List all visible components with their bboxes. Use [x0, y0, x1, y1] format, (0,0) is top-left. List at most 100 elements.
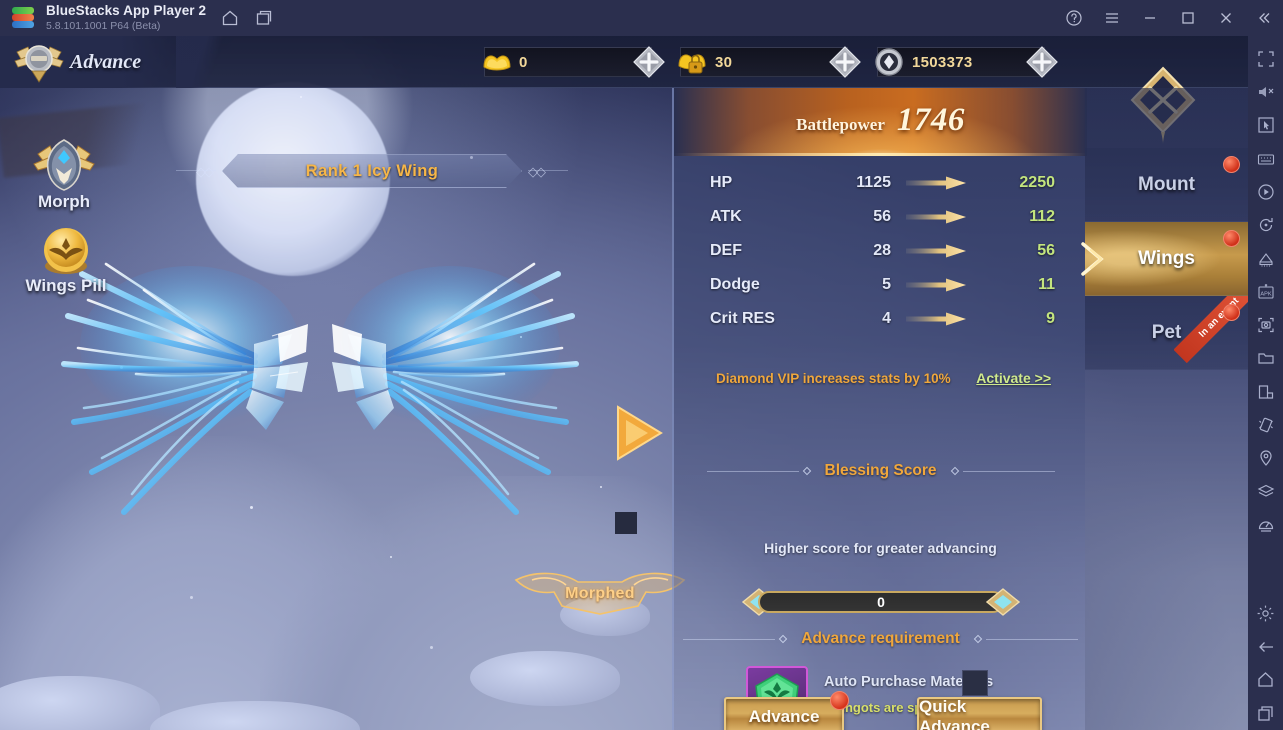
- divider-diamond-right-icon: [950, 466, 959, 476]
- stat-next: 11: [1038, 276, 1055, 293]
- stat-row: DEF 28 56: [674, 234, 1087, 268]
- sidebar-item-pet[interactable]: Pet In an event: [1085, 296, 1248, 370]
- keyboard-icon[interactable]: [1253, 147, 1279, 170]
- stat-current: 56: [873, 208, 891, 225]
- divider-diamond-right-icon: [973, 634, 982, 644]
- stat-current: 4: [882, 310, 891, 327]
- multi-window-icon[interactable]: [1253, 380, 1279, 403]
- mute-icon[interactable]: [1253, 80, 1279, 103]
- rotate-icon[interactable]: [1253, 214, 1279, 237]
- morph-crest-icon: [32, 136, 96, 194]
- battlepower-header: Battlepower 1746: [674, 88, 1087, 156]
- battlepower-value: 1746: [896, 102, 965, 138]
- advance-button[interactable]: Advance: [724, 691, 849, 730]
- currency-silver-add-button[interactable]: [1025, 45, 1059, 79]
- hud-divider: [176, 36, 236, 88]
- app-title: BlueStacks App Player 2: [46, 3, 207, 19]
- recents-icon[interactable]: [1253, 702, 1279, 725]
- blessing-score-value: 0: [877, 594, 885, 610]
- gold-ingot-icon: [480, 47, 514, 77]
- advance-stats-panel: Battlepower 1746 HP 1125 2250 ATK 56 112…: [672, 88, 1087, 730]
- divider-diamond-left-icon: [779, 634, 788, 644]
- speedometer-icon[interactable]: [1253, 513, 1279, 536]
- wings-pill-button-label: Wings Pill: [25, 276, 107, 295]
- stat-current: 28: [873, 242, 891, 259]
- currency-ingot-value: 0: [519, 53, 528, 71]
- battlepower-label: Battlepower: [796, 115, 885, 134]
- category-tabs: Mount Wings Pet In an event: [1081, 88, 1248, 730]
- currency-bound-ingot: 30: [678, 46, 861, 78]
- stat-next: 9: [1046, 310, 1055, 327]
- settings-icon[interactable]: [1253, 602, 1279, 625]
- stat-name: ATK: [710, 208, 742, 225]
- layers-icon[interactable]: [1253, 480, 1279, 503]
- stat-arrow-icon: [891, 312, 981, 326]
- rank-deco-right-icon: ◇◇: [528, 164, 546, 179]
- quick-advance-button-label: Quick Advance: [919, 697, 990, 730]
- record-macro-icon[interactable]: [1253, 180, 1279, 203]
- stat-name: Crit RES: [710, 310, 775, 327]
- game-hud-bar: Advance 0 30 1503373: [0, 36, 1248, 144]
- pet-badge-icon: [1223, 304, 1240, 321]
- mount-badge-icon: [1223, 156, 1240, 173]
- game-viewport: ◇◇ ◇◇ Rank 1 Icy Wing Morph Wings Pill A…: [0, 36, 1248, 730]
- blessing-score-subtitle: Higher score for greater advancing: [764, 540, 997, 556]
- stat-name: Dodge: [710, 276, 760, 293]
- svg-text:APK: APK: [1260, 291, 1271, 297]
- blessing-score-bar: 0: [741, 588, 1021, 616]
- shake-icon[interactable]: [1253, 413, 1279, 436]
- back-icon[interactable]: [1253, 635, 1279, 658]
- minimize-icon[interactable]: [1135, 3, 1165, 33]
- bluestacks-titlebar: BlueStacks App Player 2 5.8.101.1001 P64…: [0, 0, 1283, 36]
- morph-button-label: Morph: [38, 192, 90, 211]
- close-icon[interactable]: [1211, 3, 1241, 33]
- morph-button[interactable]: Morph: [18, 136, 110, 212]
- vip-description: Diamond VIP increases stats by 10%: [716, 370, 951, 386]
- app-root: BlueStacks App Player 2 5.8.101.1001 P64…: [0, 0, 1283, 730]
- maximize-icon[interactable]: [1173, 3, 1203, 33]
- morphed-badge: Morphed: [514, 572, 686, 615]
- divider-line-right: [962, 470, 1055, 472]
- multi-instance-icon[interactable]: [254, 8, 274, 28]
- wings-pill-button[interactable]: Wings Pill: [20, 224, 112, 296]
- screenshot-icon[interactable]: [1253, 314, 1279, 337]
- location-icon[interactable]: [1253, 447, 1279, 470]
- advance-arrow-icon[interactable]: [614, 404, 664, 462]
- sidebar-item-mount[interactable]: Mount: [1085, 148, 1248, 222]
- currency-bound-ingot-add-button[interactable]: [828, 45, 862, 79]
- fullscreen-icon[interactable]: [1253, 47, 1279, 70]
- titlebar-nav-icons: [220, 8, 274, 28]
- bluestacks-sidebar: APK: [1248, 36, 1283, 730]
- bluestacks-logo-icon: [12, 7, 34, 29]
- placeholder-square: [615, 512, 637, 534]
- install-apk-icon[interactable]: APK: [1253, 280, 1279, 303]
- blessing-score-title: Blessing Score: [824, 462, 937, 479]
- stat-row: HP 1125 2250: [674, 166, 1087, 200]
- help-icon[interactable]: [1059, 3, 1089, 33]
- vip-activate-link[interactable]: Activate >>: [976, 370, 1051, 386]
- wing-right: [330, 216, 600, 546]
- sidebar-item-wings[interactable]: Wings: [1081, 222, 1248, 296]
- currency-ingot-add-button[interactable]: [632, 45, 666, 79]
- menu-icon[interactable]: [1097, 3, 1127, 33]
- home-icon[interactable]: [1253, 668, 1279, 691]
- stat-arrow-icon: [891, 210, 981, 224]
- media-folder-icon[interactable]: [1253, 347, 1279, 370]
- stat-name: HP: [710, 174, 733, 191]
- divider-line-left: [683, 638, 776, 640]
- collapse-sidebar-icon[interactable]: [1249, 3, 1279, 33]
- home-icon[interactable]: [220, 8, 240, 28]
- tabs-top-spacer: [1085, 88, 1248, 148]
- game-controls-icon[interactable]: [1253, 247, 1279, 270]
- page-title: Advance: [70, 50, 142, 73]
- stat-arrow-icon: [891, 244, 981, 258]
- app-version: 5.8.101.1001 P64 (Beta): [46, 19, 161, 32]
- quick-advance-button[interactable]: Quick Advance: [917, 697, 1042, 730]
- vip-row: Diamond VIP increases stats by 10% Activ…: [674, 370, 1087, 386]
- stat-row: Dodge 5 11: [674, 268, 1087, 302]
- stat-arrow-icon: [891, 278, 981, 292]
- cursor-icon[interactable]: [1253, 114, 1279, 137]
- auto-purchase-checkbox[interactable]: [962, 670, 988, 696]
- wings-badge-icon: [1223, 230, 1240, 247]
- stat-next: 112: [1029, 208, 1055, 225]
